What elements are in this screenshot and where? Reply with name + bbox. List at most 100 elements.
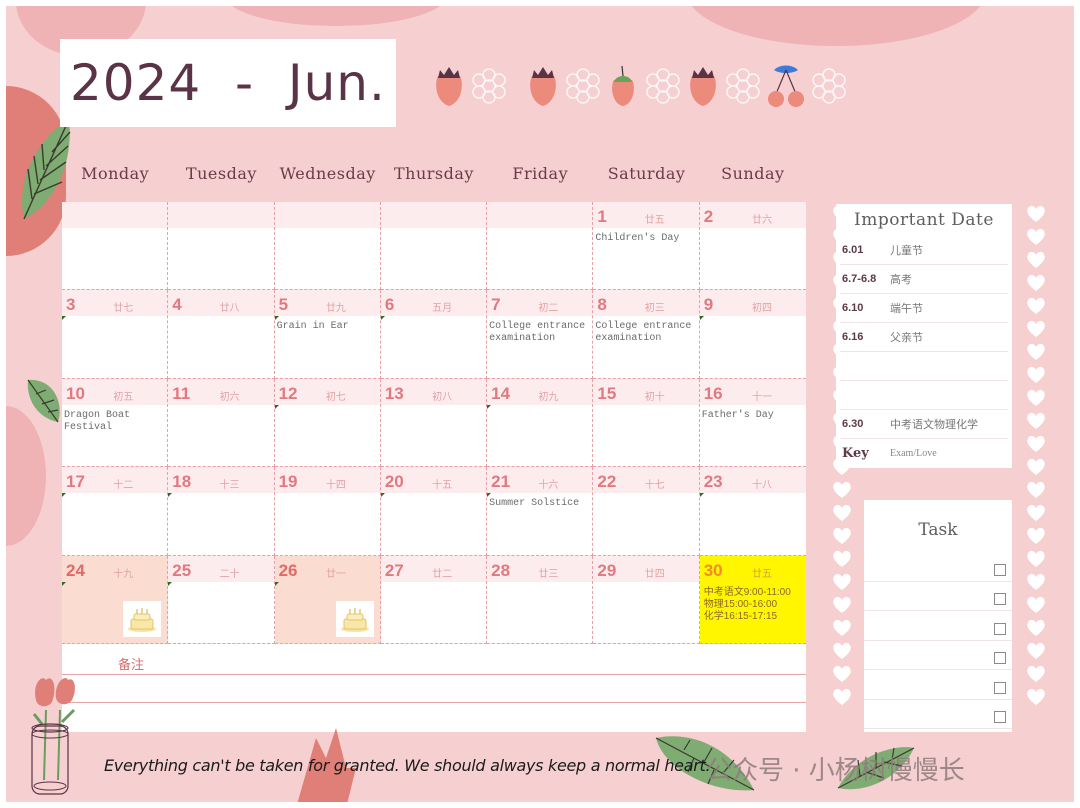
heart-icon xyxy=(1027,435,1045,452)
heart-icon xyxy=(833,619,851,636)
strawberry-icon xyxy=(530,67,556,106)
calendar-day-cell[interactable]: 22 十七 xyxy=(593,467,700,556)
day-number: 27 xyxy=(384,560,404,580)
task-row[interactable] xyxy=(864,670,1012,700)
strawberry-icon xyxy=(690,67,716,106)
calendar-day-cell[interactable]: 27 廿二 xyxy=(380,555,488,644)
heart-icon xyxy=(1027,389,1045,406)
comment-marker xyxy=(487,493,492,498)
task-checkbox[interactable] xyxy=(994,593,1006,605)
calendar-day-cell[interactable]: 14 初九 xyxy=(487,378,594,468)
important-date-row: 6.01 儿童节 xyxy=(840,236,1008,265)
notes-line xyxy=(62,674,806,675)
comment-marker xyxy=(62,581,66,586)
calendar-day-cell[interactable]: 9 初四 xyxy=(699,290,806,379)
calendar-day-cell[interactable]: 4 廿八 xyxy=(168,290,275,379)
task-checkbox[interactable] xyxy=(994,563,1006,576)
calendar-day-cell[interactable]: 17 十二 xyxy=(62,467,169,556)
heart-icon xyxy=(1027,550,1045,567)
day-number: 25 xyxy=(172,560,192,580)
day-number: 13 xyxy=(384,383,404,403)
important-date: 6.01 xyxy=(842,244,864,256)
comment-marker xyxy=(699,316,704,321)
exam-schedule-item: 中考语文9:00-11:00 xyxy=(703,586,791,598)
calendar-day-cell[interactable]: 8 初三 College entrance examination xyxy=(593,290,700,379)
calendar-day-cell[interactable]: 23 十八 xyxy=(699,467,806,556)
weekday-label: Monday xyxy=(81,164,150,183)
lunar-date: 廿七 xyxy=(113,303,134,315)
lunar-date: 初六 xyxy=(219,391,240,403)
important-date-row: 6.16 父亲节 xyxy=(840,323,1008,352)
important-date-row: 6.10 端午节 xyxy=(840,294,1008,323)
calendar-day-cell[interactable]: 3 廿七 xyxy=(62,290,169,379)
task-row[interactable] xyxy=(864,582,1012,611)
calendar-day-cell[interactable]: 19 十四 xyxy=(274,467,381,556)
weekday-label: Thursday xyxy=(394,164,474,183)
calendar-day-cell[interactable]: 11 初六 xyxy=(168,378,275,468)
heart-icon xyxy=(833,596,851,613)
calendar-day-cell[interactable]: 15 初十 xyxy=(593,378,700,468)
task-row[interactable] xyxy=(864,700,1012,729)
calendar-empty-cell[interactable] xyxy=(274,202,381,291)
strawberry-icon xyxy=(436,67,462,106)
calendar-day-cell[interactable]: 25 二十 xyxy=(168,555,275,644)
task-checkbox[interactable] xyxy=(994,711,1006,723)
lunar-date: 廿二 xyxy=(432,568,453,580)
day-number: 18 xyxy=(172,472,192,492)
calendar-empty-cell[interactable] xyxy=(168,202,275,291)
notes-line xyxy=(62,702,806,703)
notes-area[interactable]: 备注 xyxy=(62,644,806,732)
calendar-day-cell[interactable]: 16 十一 Father's Day xyxy=(699,378,806,468)
calendar-day-cell[interactable]: 1 廿五 Children's Day xyxy=(593,202,700,291)
calendar-day-cell[interactable]: 12 初七 xyxy=(274,378,381,468)
flower-outline-icon xyxy=(566,68,600,104)
calendar-day-cell[interactable]: 18 十三 xyxy=(168,467,275,556)
flower-outline-icon xyxy=(812,68,846,104)
heart-icon xyxy=(833,573,851,590)
calendar-day-cell[interactable]: 20 十五 xyxy=(380,467,488,556)
task-checkbox[interactable] xyxy=(994,652,1006,664)
calendar-day-cell[interactable]: 24 十九 xyxy=(62,555,169,644)
calendar-day-cell[interactable]: 2 廿六 xyxy=(699,202,806,291)
calendar-day-cell[interactable]: 10 初五 Dragon Boat Festival xyxy=(62,378,169,468)
task-row[interactable] xyxy=(864,552,1012,582)
calendar-day-cell[interactable]: 26 廿一 xyxy=(274,555,381,644)
task-checkbox[interactable] xyxy=(994,622,1006,635)
lunar-date: 十二 xyxy=(113,480,134,492)
calendar-empty-cell[interactable] xyxy=(380,202,488,291)
calendar-empty-cell[interactable] xyxy=(62,202,169,291)
important-date-row xyxy=(840,352,1008,381)
task-checkbox[interactable] xyxy=(994,681,1006,694)
important-date: 6.16 xyxy=(842,331,864,343)
birthday-cake-icon xyxy=(335,601,374,637)
important-dates-panel: Important Date 6.01 儿童节 6.7-6.8 高考 6.10 端午节 6.… xyxy=(836,204,1012,468)
task-row[interactable] xyxy=(864,641,1012,670)
day-number: 7 xyxy=(491,295,501,315)
lunar-date: 初七 xyxy=(325,391,346,403)
flower-outline-icon xyxy=(472,68,506,104)
lunar-date: 廿三 xyxy=(538,568,559,580)
comment-marker xyxy=(487,404,492,409)
heart-icon xyxy=(833,642,851,659)
calendar-day-cell[interactable]: 5 廿九 Grain in Ear xyxy=(274,290,381,379)
calendar-day-cell[interactable]: 13 初八 xyxy=(380,378,488,468)
calendar-day-cell[interactable]: 21 十六 Summer Solstice xyxy=(487,467,594,556)
heart-icon xyxy=(1027,412,1045,429)
day-event: Grain in Ear xyxy=(276,321,349,333)
lunar-date: 十五 xyxy=(432,480,453,492)
account-watermark: 公众号 · 小杨树慢慢长 xyxy=(706,756,965,786)
day-number: 19 xyxy=(278,472,298,492)
calendar-empty-cell[interactable] xyxy=(487,202,594,291)
lunar-date: 五月 xyxy=(432,303,453,315)
day-number: 1 xyxy=(597,207,607,226)
calendar-day-cell[interactable]: 30 廿五 中考语文9:00-11:00 物理15:00-16:00 化学16:15-1… xyxy=(699,555,806,644)
calendar-day-cell[interactable]: 29 廿四 xyxy=(593,555,700,644)
important-dates-title: Important Date xyxy=(854,210,994,230)
decor-blob xyxy=(226,6,446,26)
calendar-day-cell[interactable]: 28 廿三 xyxy=(487,555,594,644)
calendar-day-cell[interactable]: 6 五月 xyxy=(380,290,488,379)
task-row[interactable] xyxy=(864,611,1012,641)
lunar-date: 初四 xyxy=(751,303,772,315)
day-event: College entrance examination xyxy=(595,321,692,345)
calendar-day-cell[interactable]: 7 初二 College entrance examination xyxy=(487,290,594,379)
